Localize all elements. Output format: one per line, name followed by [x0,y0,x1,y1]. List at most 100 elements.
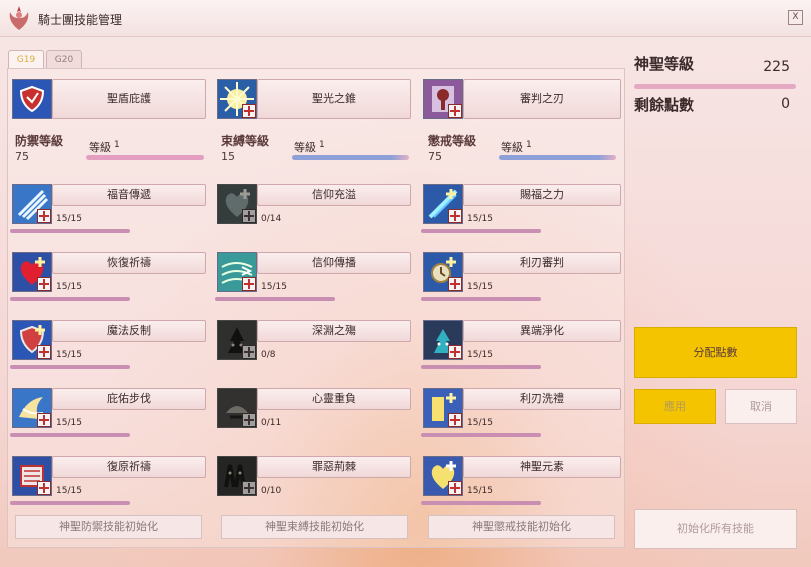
blade-judgment-icon[interactable] [423,252,463,292]
bind-level-value: 15 [221,150,235,163]
skill-sin-thorn[interactable]: 罪惡荊棘 [257,456,411,478]
skill-restore-prayer[interactable]: 復原祈禱 [52,456,206,478]
blade-baptism-icon[interactable] [423,388,463,428]
skill-blessed-step[interactable]: 庇佑步伐 [52,388,206,410]
window-title: 騎士團技能管理 [38,13,123,27]
holy-level-value: 225 [763,59,790,75]
skill-window: 騎士團技能管理 X G19 G20 聖盾庇護 聖光之錐 審判之刃 防禦等級 75… [0,0,811,567]
skill-recovery-prayer-bar [10,297,130,301]
title-bar: 騎士團技能管理 X [0,0,811,37]
skill-faith-overflow-count: 0/14 [261,214,282,224]
holy-badge-icon [37,277,51,291]
holy-badge-icon [242,481,256,495]
punish-grade-bar [499,155,616,160]
heart-heal-icon[interactable] [12,252,52,292]
sin-thorn-icon[interactable] [217,456,257,496]
faith-spread-icon[interactable] [217,252,257,292]
blessed-step-icon[interactable] [12,388,52,428]
holy-element-icon[interactable] [423,456,463,496]
holy-badge-icon [37,209,51,223]
skill-holy-element[interactable]: 神聖元素 [463,456,621,478]
skill-faith-spread-count: 15/15 [261,282,287,292]
skill-abyss[interactable]: 深淵之殤 [257,320,411,342]
holy-badge-icon [448,413,462,427]
apply-button[interactable]: 應用 [634,389,716,424]
abyss-icon[interactable] [217,320,257,360]
bind-grade-bar [292,155,409,160]
close-button[interactable]: X [788,10,803,25]
bind-grade-value: 1 [319,140,325,150]
punish-grade-value: 1 [526,140,532,150]
skill-heretic-purge-bar [421,365,541,369]
reset-all-skills-button[interactable]: 初始化所有技能 [634,509,797,549]
skill-gospel-bar [10,229,130,233]
skill-restore-prayer-bar [10,501,130,505]
skill-faith-spread[interactable]: 信仰傳播 [257,252,411,274]
skill-magic-counter-bar [10,365,130,369]
defense-grade-value: 1 [114,140,120,150]
holy-badge-icon [242,209,256,223]
skill-recovery-prayer-count: 15/15 [56,282,82,292]
skill-blade-baptism-count: 15/15 [467,418,493,428]
holy-badge-icon [448,209,462,223]
skill-magic-counter[interactable]: 魔法反制 [52,320,206,342]
skill-recovery-prayer[interactable]: 恢復祈禱 [52,252,206,274]
punish-grade-label: 等級 [501,141,523,154]
holy-badge-icon [242,277,256,291]
knight-order-emblem-icon [6,4,32,32]
skill-faith-overflow[interactable]: 信仰充溢 [257,184,411,206]
holy-badge-icon [37,413,51,427]
reset-defense-button[interactable]: 神聖防禦技能初始化 [15,515,202,539]
skill-mind-burden-count: 0/11 [261,418,282,428]
holy-badge-icon [448,277,462,291]
reset-punish-button[interactable]: 神聖懲戒技能初始化 [428,515,615,539]
skill-restore-prayer-count: 15/15 [56,486,82,496]
skill-gospel[interactable]: 福音傳遞 [52,184,206,206]
skill-faith-spread-bar [215,297,335,301]
skill-blessing-power-count: 15/15 [467,214,493,224]
skill-blade-baptism-bar [421,433,541,437]
skill-blade-judgment[interactable]: 利刃審判 [463,252,621,274]
defense-grade-label: 等級 [89,141,111,154]
skill-holy-light-cone[interactable]: 聖光之錐 [257,79,411,119]
faith-overflow-icon[interactable] [217,184,257,224]
punish-level-value: 75 [428,150,442,163]
blessing-power-icon[interactable] [423,184,463,224]
skill-blessing-power[interactable]: 賜福之力 [463,184,621,206]
judgment-blade-icon[interactable] [423,79,463,119]
assign-points-button[interactable]: 分配點數 [634,327,797,378]
skill-heretic-purge-count: 15/15 [467,350,493,360]
skill-blessed-step-count: 15/15 [56,418,82,428]
holy-badge-icon [37,481,51,495]
holy-badge-icon [448,104,462,118]
holy-light-cone-icon[interactable] [217,79,257,119]
heretic-purge-icon[interactable] [423,320,463,360]
holy-badge-icon [242,104,256,118]
skill-holy-shield[interactable]: 聖盾庇護 [52,79,206,119]
holy-badge-icon [448,481,462,495]
tab-g19[interactable]: G19 [8,50,44,69]
holy-badge-icon [242,413,256,427]
punish-level-label: 懲戒等級 [428,134,477,148]
skill-magic-counter-count: 15/15 [56,350,82,360]
mind-burden-icon[interactable] [217,388,257,428]
skill-mind-burden[interactable]: 心靈重負 [257,388,411,410]
magic-counter-icon[interactable] [12,320,52,360]
skill-sin-thorn-count: 0/10 [261,486,282,496]
tab-g20[interactable]: G20 [46,50,82,69]
defense-level-label: 防禦等級 [15,134,64,148]
holy-shield-icon[interactable] [12,79,52,119]
skill-blade-judgment-bar [421,297,541,301]
cancel-button[interactable]: 取消 [725,389,797,424]
skill-heretic-purge[interactable]: 異端淨化 [463,320,621,342]
gospel-icon[interactable] [12,184,52,224]
holy-badge-icon [37,345,51,359]
reset-bind-button[interactable]: 神聖束縛技能初始化 [221,515,408,539]
remaining-points-label: 剩餘點數 [634,96,695,114]
skill-gospel-count: 15/15 [56,214,82,224]
skill-judgment-blade[interactable]: 審判之刃 [463,79,621,119]
restore-prayer-icon[interactable] [12,456,52,496]
holy-badge-icon [242,345,256,359]
skill-blade-baptism[interactable]: 利刃洗禮 [463,388,621,410]
bind-level-label: 束縛等級 [221,134,270,148]
